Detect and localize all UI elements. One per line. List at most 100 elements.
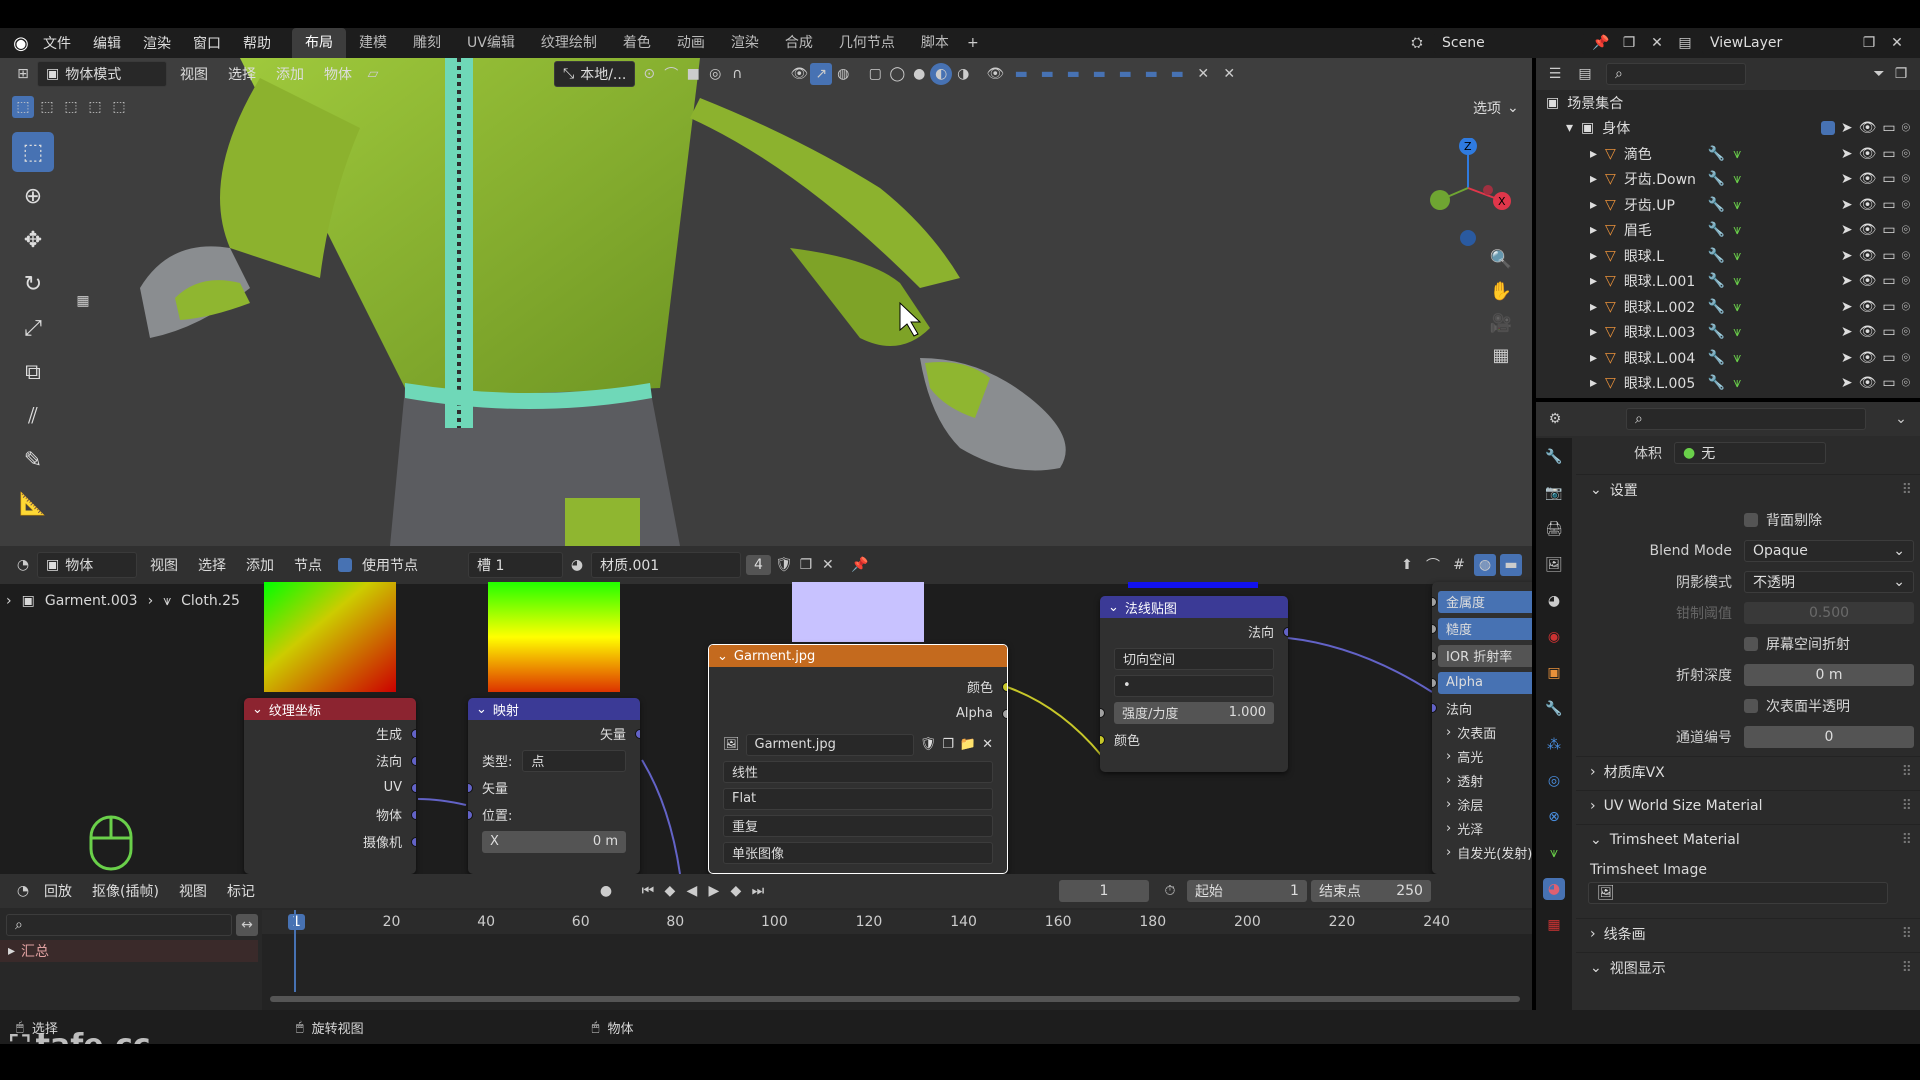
tab-rendering[interactable]: 渲染: [718, 28, 772, 58]
location-x-field[interactable]: X0 m: [482, 830, 626, 853]
wireframe-shading-icon[interactable]: ◯: [886, 63, 908, 85]
monitor-icon[interactable]: ▭: [1882, 375, 1895, 391]
metallic-field[interactable]: 金属度: [1438, 590, 1532, 613]
modifier-icon[interactable]: 🔧: [1708, 324, 1725, 340]
blender-logo-icon[interactable]: ◉: [10, 32, 32, 54]
monitor-icon[interactable]: ▭: [1882, 299, 1895, 315]
menu-add[interactable]: 添加: [268, 62, 312, 86]
monitor-icon[interactable]: ▭: [1882, 273, 1895, 289]
drag-handle-icon[interactable]: ⠿: [1902, 798, 1912, 814]
editor-type-icon[interactable]: ⚙: [1544, 408, 1566, 430]
socket[interactable]: [1100, 707, 1105, 718]
mesh-data-icon[interactable]: ⩛: [1733, 146, 1741, 162]
scene-collection-row[interactable]: ▣ 场景集合: [1536, 90, 1920, 116]
menu-window[interactable]: 窗口: [182, 33, 232, 53]
section-specular[interactable]: 高光: [1457, 747, 1483, 766]
mesh-data-icon[interactable]: ⩛: [1733, 248, 1741, 264]
chevron-right-icon[interactable]: ›: [1446, 845, 1451, 860]
chevron-right-icon[interactable]: ▸: [1590, 222, 1597, 238]
start-frame-field[interactable]: 起始 1: [1186, 880, 1307, 902]
mesh-data-icon[interactable]: ⩛: [1733, 375, 1741, 391]
annotate-tool-icon[interactable]: ⫽: [12, 396, 54, 436]
select-arrow-icon[interactable]: ➤: [1841, 299, 1853, 315]
drag-handle-icon[interactable]: ⠿: [1902, 926, 1912, 942]
view-layer-selector[interactable]: ViewLayer: [1702, 32, 1852, 54]
view-layer-tab-icon[interactable]: 🖼: [1543, 554, 1565, 576]
select-intersect-icon[interactable]: ⬚: [108, 96, 130, 118]
cursor-tool-icon[interactable]: ⊕: [12, 176, 54, 216]
outliner-item[interactable]: ▸ ▽ 牙齿.Down 🔧 ⩛ ➤ 👁 ▭ ⌾: [1536, 167, 1920, 193]
toggle-icon[interactable]: ▬: [1010, 63, 1032, 85]
end-frame-field[interactable]: 结束点 250: [1310, 880, 1431, 902]
constraints-tab-icon[interactable]: ⊗: [1543, 806, 1565, 828]
outliner-item[interactable]: ▸ ▽ 眉毛 🔧 ⩛ ➤ 👁 ▭ ⌾: [1536, 218, 1920, 244]
mesh-data-icon[interactable]: ⩛: [1733, 350, 1741, 366]
panel-material-library-header[interactable]: › 材质库VX ⠿: [1576, 756, 1920, 786]
strength-field[interactable]: 强度/力度 1.000: [1114, 701, 1274, 724]
camera-icon[interactable]: ⌾: [1902, 350, 1910, 366]
interpolation-dropdown[interactable]: 线性: [723, 760, 993, 783]
toggle-icon[interactable]: ▬: [1062, 63, 1084, 85]
modifier-icon[interactable]: 🔧: [1708, 273, 1725, 289]
socket[interactable]: [468, 809, 473, 820]
duplicate-icon[interactable]: ❐: [942, 737, 954, 752]
socket[interactable]: [1100, 734, 1105, 745]
socket[interactable]: [468, 782, 473, 793]
outliner-item[interactable]: ▸ ▽ 眼球.L.004 🔧 ⩛ ➤ 👁 ▭ ⌾: [1536, 345, 1920, 371]
jump-start-icon[interactable]: ⏮: [637, 880, 659, 902]
close-icon[interactable]: ✕: [982, 737, 993, 752]
chevron-right-icon[interactable]: ▸: [1590, 171, 1597, 187]
outliner-item[interactable]: ▸ ▽ 眼球.L.005 🔧 ⩛ ➤ 👁 ▭ ⌾: [1536, 371, 1920, 397]
menu-help[interactable]: 帮助: [232, 33, 282, 53]
roughness-field[interactable]: 糙度: [1438, 617, 1532, 640]
socket[interactable]: [411, 728, 416, 739]
chevron-right-icon[interactable]: ▸: [1590, 299, 1597, 315]
collection-row[interactable]: ▾ ▣ 身体 ➤ 👁 ▭ ⌾: [1536, 116, 1920, 142]
tab-layout[interactable]: 布局: [292, 28, 346, 58]
zoom-icon[interactable]: 🔍: [1490, 248, 1512, 270]
socket[interactable]: [411, 755, 416, 766]
camera-icon[interactable]: ⌾: [1902, 248, 1910, 264]
shadow-mode-dropdown[interactable]: 不透明 ⌄: [1744, 570, 1914, 593]
modifier-icon[interactable]: 🔧: [1708, 299, 1725, 315]
overlay-icon[interactable]: ◍: [832, 63, 854, 85]
gizmo-icon[interactable]: ↗: [810, 63, 833, 85]
section-subsurface[interactable]: 次表面: [1457, 723, 1496, 742]
menu-select[interactable]: 选择: [220, 62, 264, 86]
monitor-icon[interactable]: ▭: [1882, 222, 1895, 238]
pin-icon[interactable]: 📌: [1590, 32, 1612, 54]
chevron-right-icon[interactable]: ›: [1446, 773, 1451, 788]
physics-tab-icon[interactable]: ◎: [1543, 770, 1565, 792]
material-shading-icon[interactable]: ◐: [930, 63, 953, 85]
select-arrow-icon[interactable]: ➤: [1841, 146, 1853, 162]
select-arrow-icon[interactable]: ➤: [1841, 120, 1853, 136]
socket[interactable]: [1002, 681, 1007, 692]
monitor-icon[interactable]: ▭: [1882, 171, 1895, 187]
close-icon[interactable]: ✕: [1218, 63, 1240, 85]
chevron-down-icon[interactable]: ⌄: [1108, 600, 1119, 615]
outliner-item[interactable]: ▸ ▽ 眼球.L.002 🔧 ⩛ ➤ 👁 ▭ ⌾: [1536, 294, 1920, 320]
tab-texture-paint[interactable]: 纹理绘制: [528, 28, 610, 58]
select-arrow-icon[interactable]: ➤: [1841, 197, 1853, 213]
select-arrow-icon[interactable]: ➤: [1841, 273, 1853, 289]
snap-icon[interactable]: ⌒: [660, 63, 682, 85]
node-editor[interactable]: ◔ ▣ 物体 视图 选择 添加 节点 使用节点 槽 1 ◕ 材质.001 4 🛡 …: [0, 546, 1532, 874]
search-input[interactable]: ⌕: [6, 914, 232, 936]
modifier-tab-icon[interactable]: 🔧: [1543, 698, 1565, 720]
hide-toggles[interactable]: ▬ ▬ ▬ ▬ ▬ ▬ ▬ ✕ ✕: [1010, 63, 1240, 85]
ior-field[interactable]: IOR 折射率: [1438, 644, 1532, 667]
camera-icon[interactable]: ⌾: [1902, 299, 1910, 315]
chevron-down-icon[interactable]: ⌄: [476, 702, 487, 717]
3d-viewport[interactable]: ⊞ ▣ 物体模式 视图 选择 添加 物体 ▱ ⤡ 本地/... ⊙ ⌒ ■ ◎ ∩ …: [0, 58, 1532, 546]
particles-tab-icon[interactable]: ⁂: [1543, 734, 1565, 756]
playhead[interactable]: [294, 910, 296, 992]
timeline[interactable]: ◔ 回放 抠像(插帧) 视图 标记 ● ⏮ ◆ ◀ ▶ ◆ ⏭ 1 ⏱ 起始 1 …: [0, 874, 1532, 1010]
new-collection-icon[interactable]: ❐: [1890, 63, 1912, 85]
camera-icon[interactable]: ⌾: [1902, 324, 1910, 340]
panel-viewport-display-header[interactable]: ⌄ 视图显示 ⠿: [1576, 952, 1920, 982]
drag-handle-icon[interactable]: ⠿: [1902, 764, 1912, 780]
material-tab-icon[interactable]: ◕: [1543, 878, 1565, 900]
rotate-tool-icon[interactable]: ↻: [12, 264, 54, 304]
outliner-item[interactable]: ▸ ▽ 眼球.L.001 🔧 ⩛ ➤ 👁 ▭ ⌾: [1536, 269, 1920, 295]
scene-icon[interactable]: ⛭: [1406, 32, 1428, 54]
